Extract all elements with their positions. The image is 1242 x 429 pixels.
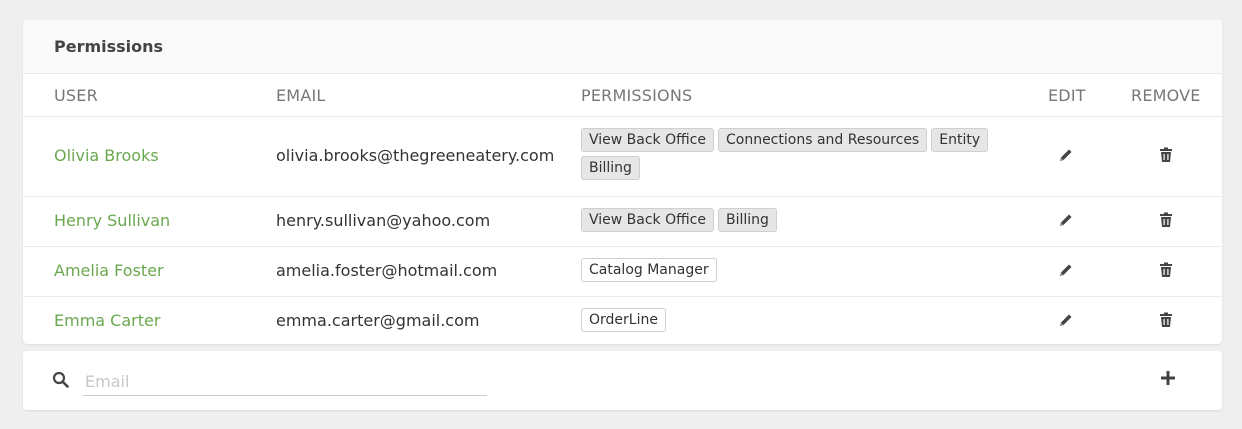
add-user-panel: [23, 351, 1222, 410]
permission-tag: Billing: [717, 208, 777, 232]
user-email: olivia.brooks@thegreeneatery.com: [276, 146, 555, 165]
search-icon: [52, 371, 70, 393]
table-row: Amelia Foster amelia.foster@hotmail.com …: [23, 247, 1222, 297]
permission-tag: Connections and Resources: [717, 128, 928, 152]
column-header-remove: REMOVE: [1131, 86, 1201, 105]
plus-icon: [1161, 371, 1175, 385]
email-search-input[interactable]: [83, 367, 487, 396]
permission-tag: Billing: [581, 156, 640, 180]
user-email: emma.carter@gmail.com: [276, 311, 480, 330]
trash-icon: [1160, 262, 1172, 277]
trash-icon: [1160, 147, 1172, 162]
panel-title: Permissions: [54, 37, 164, 56]
permission-tag: View Back Office: [581, 128, 714, 152]
user-name-link[interactable]: Amelia Foster: [54, 261, 164, 280]
edit-button[interactable]: [1056, 260, 1076, 280]
permission-tag: Catalog Manager: [581, 258, 717, 282]
permission-tags: View Back Office Billing: [581, 208, 1001, 236]
user-name-link[interactable]: Henry Sullivan: [54, 211, 170, 230]
permission-tag: Entity: [931, 128, 989, 152]
user-name-link[interactable]: Olivia Brooks: [54, 146, 159, 165]
permission-tag: View Back Office: [581, 208, 714, 232]
permission-tags: Catalog Manager: [581, 258, 1001, 286]
column-header-permissions: PERMISSIONS: [581, 86, 693, 105]
panel-header: Permissions: [23, 20, 1222, 74]
add-user-button[interactable]: [1158, 368, 1178, 388]
pencil-icon: [1060, 314, 1072, 326]
remove-button[interactable]: [1156, 210, 1176, 230]
permission-tag: OrderLine: [581, 308, 666, 332]
edit-button[interactable]: [1056, 310, 1076, 330]
table-row: Henry Sullivan henry.sullivan@yahoo.com …: [23, 197, 1222, 247]
table-row: Olivia Brooks olivia.brooks@thegreeneate…: [23, 117, 1222, 197]
user-email: henry.sullivan@yahoo.com: [276, 211, 491, 230]
pencil-icon: [1060, 264, 1072, 276]
pencil-icon: [1060, 149, 1072, 161]
column-header-edit: EDIT: [1048, 86, 1086, 105]
remove-button[interactable]: [1156, 310, 1176, 330]
table-row: Emma Carter emma.carter@gmail.com OrderL…: [23, 297, 1222, 346]
permission-tags: OrderLine: [581, 308, 1001, 336]
column-header-email: EMAIL: [276, 86, 326, 105]
edit-button[interactable]: [1056, 145, 1076, 165]
remove-button[interactable]: [1156, 145, 1176, 165]
remove-button[interactable]: [1156, 260, 1176, 280]
edit-button[interactable]: [1056, 210, 1076, 230]
column-header-user: USER: [54, 86, 98, 105]
trash-icon: [1160, 212, 1172, 227]
user-name-link[interactable]: Emma Carter: [54, 311, 160, 330]
pencil-icon: [1060, 214, 1072, 226]
table-header: USER EMAIL PERMISSIONS EDIT REMOVE: [23, 74, 1222, 117]
trash-icon: [1160, 312, 1172, 327]
permission-tags: View Back Office Connections and Resource…: [581, 128, 1001, 184]
user-email: amelia.foster@hotmail.com: [276, 261, 498, 280]
permissions-panel: Permissions USER EMAIL PERMISSIONS EDIT …: [23, 20, 1222, 344]
